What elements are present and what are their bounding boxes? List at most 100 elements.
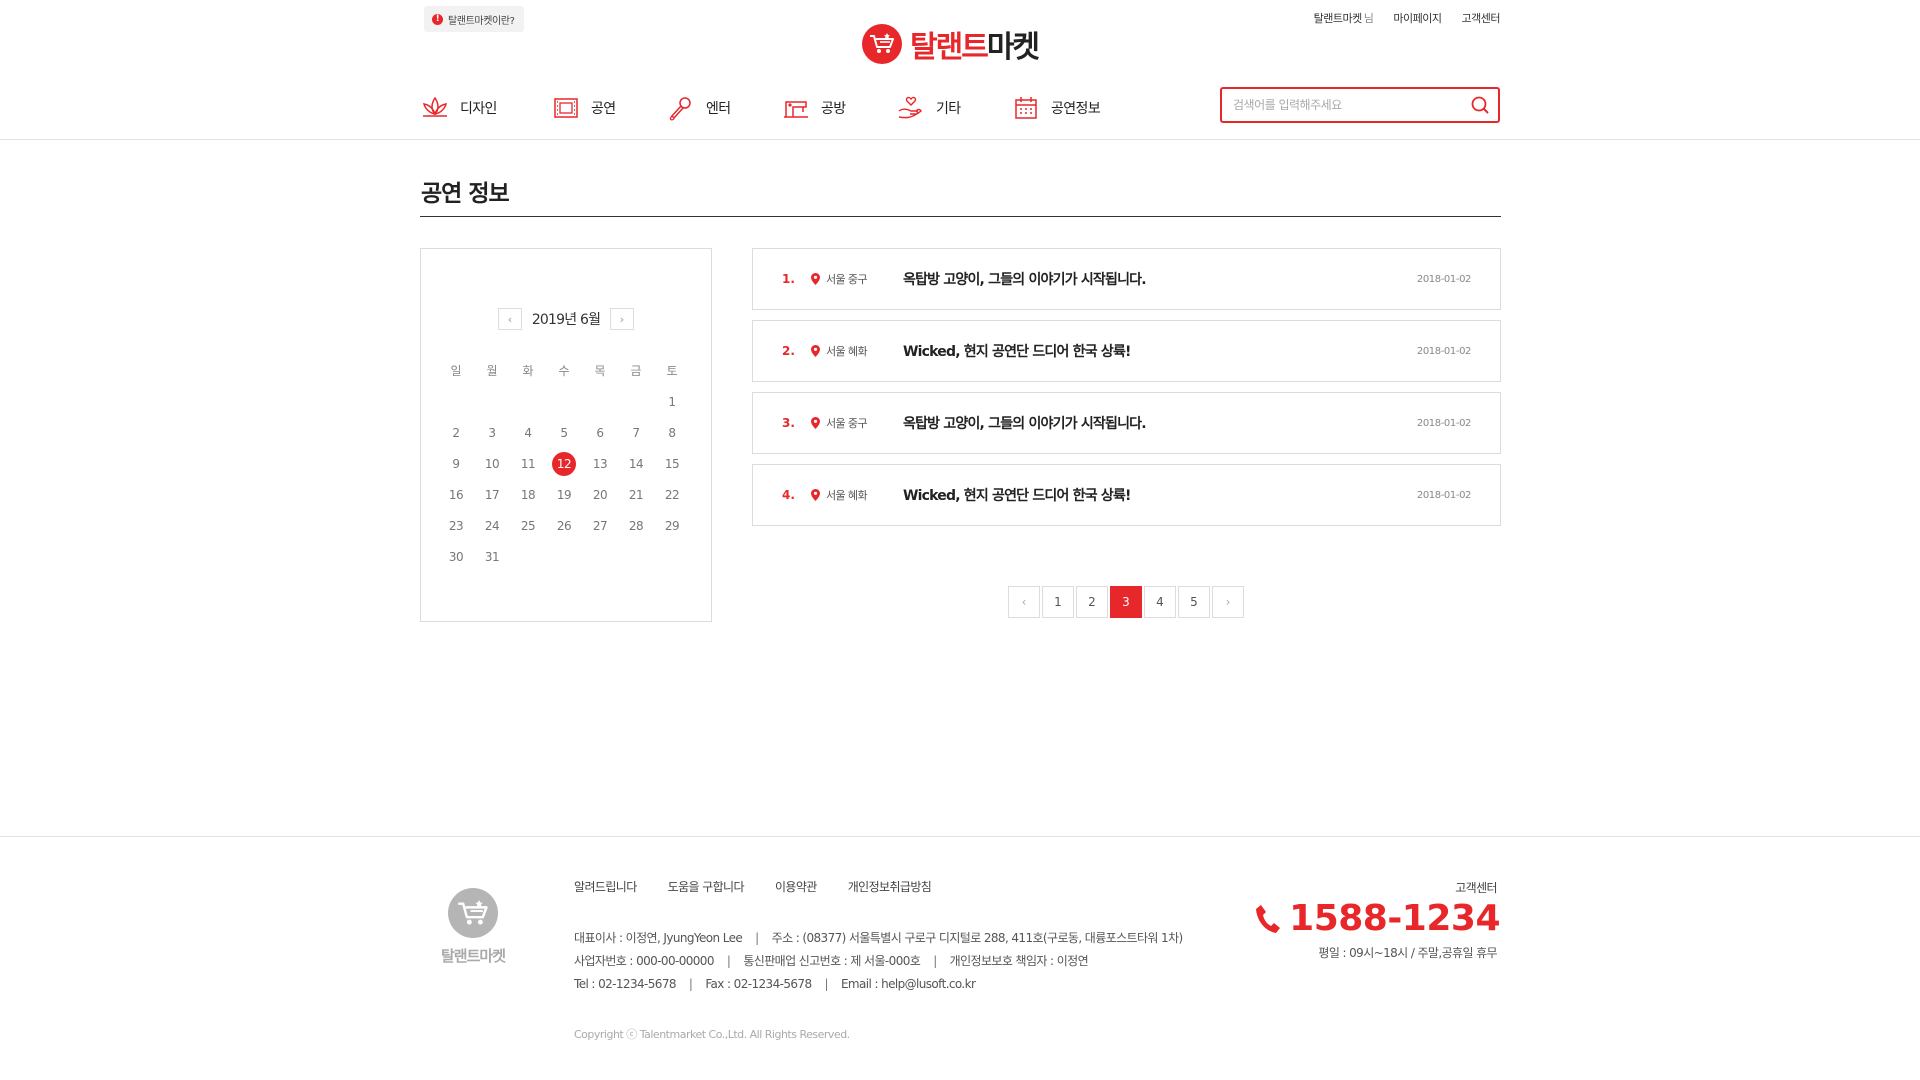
pagination-next-button[interactable]: › bbox=[1212, 586, 1244, 618]
calendar-day[interactable]: 24 bbox=[480, 514, 504, 538]
search-icon[interactable] bbox=[1470, 95, 1490, 115]
hand-heart-icon bbox=[898, 96, 922, 119]
calendar-day[interactable]: 25 bbox=[516, 514, 540, 538]
calendar-day[interactable]: 23 bbox=[444, 514, 468, 538]
nav-label-design: 디자인 bbox=[460, 101, 497, 117]
nav-item-etc[interactable]: 기타 bbox=[896, 94, 1011, 122]
event-row[interactable]: 2. 서울 혜화 Wicked, 현지 공연단 드디어 한국 상륙! 2018-01-… bbox=[752, 320, 1501, 382]
calendar-cell: 21 bbox=[618, 479, 654, 510]
company-info-line-2: 사업자번호 : 000-00-00000 | 통신판매업 신고번호 : 제 서울-0… bbox=[574, 950, 1183, 973]
calendar-day[interactable]: 26 bbox=[552, 514, 576, 538]
calendar-day[interactable]: 13 bbox=[588, 452, 612, 476]
nav-label-performance-info: 공연정보 bbox=[1051, 101, 1101, 117]
map-pin-icon bbox=[811, 345, 820, 357]
pagination-page[interactable]: 4 bbox=[1144, 586, 1176, 618]
calendar-day[interactable]: 7 bbox=[624, 421, 648, 445]
calendar-cell: 4 bbox=[510, 417, 546, 448]
pagination-page[interactable]: 2 bbox=[1076, 586, 1108, 618]
search-input[interactable] bbox=[1233, 98, 1470, 112]
calendar-day[interactable]: 9 bbox=[444, 452, 468, 476]
calendar-next-button[interactable]: › bbox=[609, 308, 634, 330]
calendar-day[interactable]: 27 bbox=[588, 514, 612, 538]
nav-item-workshop[interactable]: 공방 bbox=[781, 94, 896, 122]
nav-label-entertainment: 엔터 bbox=[706, 101, 731, 117]
nav-label-performance: 공연 bbox=[591, 101, 616, 117]
phone-icon bbox=[1256, 904, 1281, 933]
event-row[interactable]: 1. 서울 중구 옥탑방 고양이, 그들의 이야기가 시작됩니다. 2018-01-0… bbox=[752, 248, 1501, 310]
customer-center-link[interactable]: 고객센터 bbox=[1462, 10, 1501, 26]
calendar-day[interactable]: 15 bbox=[660, 452, 684, 476]
calendar-day[interactable]: 17 bbox=[480, 483, 504, 507]
pagination-page-current[interactable]: 3 bbox=[1110, 586, 1142, 618]
calendar-cell: 1 bbox=[654, 386, 690, 417]
event-title[interactable]: 옥탑방 고양이, 그들의 이야기가 시작됩니다. bbox=[903, 413, 1147, 433]
calendar-prev-button[interactable]: ‹ bbox=[498, 308, 522, 330]
nav-item-design[interactable]: 디자인 bbox=[420, 94, 551, 122]
footer-logo-text-2: 마켓 bbox=[479, 947, 506, 965]
calendar-day[interactable]: 8 bbox=[660, 421, 684, 445]
nav-item-performance-info[interactable]: 공연정보 bbox=[1011, 94, 1121, 122]
calendar-day[interactable]: 4 bbox=[516, 421, 540, 445]
calendar-weekday: 토 bbox=[666, 364, 678, 378]
calendar-day[interactable]: 28 bbox=[624, 514, 648, 538]
calendar-day[interactable]: 6 bbox=[588, 421, 612, 445]
email-info: Email : help@lusoft.co.kr bbox=[840, 977, 976, 991]
footer-link-help[interactable]: 도움을 구합니다 bbox=[668, 878, 745, 895]
footer-link-terms[interactable]: 이용약관 bbox=[775, 878, 817, 895]
user-name: 탈랜트마켓 bbox=[1313, 12, 1363, 25]
event-row[interactable]: 4. 서울 혜화 Wicked, 현지 공연단 드디어 한국 상륙! 2018-01-… bbox=[752, 464, 1501, 526]
chevron-right-icon: › bbox=[619, 312, 625, 326]
calendar-day[interactable]: 16 bbox=[444, 483, 468, 507]
map-pin-icon bbox=[811, 273, 820, 285]
category-nav: 디자인 공연 엔터 공방 기타 공연정보 bbox=[420, 94, 1121, 122]
calendar-day[interactable]: 19 bbox=[552, 483, 576, 507]
pagination-page[interactable]: 1 bbox=[1042, 586, 1074, 618]
nav-label-etc: 기타 bbox=[936, 101, 961, 117]
mypage-link[interactable]: 마이페이지 bbox=[1393, 10, 1442, 26]
cs-phone[interactable]: 1588-1234 bbox=[1255, 898, 1500, 939]
event-title[interactable]: Wicked, 현지 공연단 드디어 한국 상륙! bbox=[903, 341, 1131, 361]
logo-text: 탈랜트마켓 bbox=[910, 22, 1040, 66]
about-link[interactable]: ! 탈랜트마켓이란? bbox=[424, 6, 524, 32]
info-icon: ! bbox=[432, 13, 443, 25]
calendar-day[interactable]: 31 bbox=[480, 545, 504, 569]
calendar-day[interactable]: 1 bbox=[660, 390, 684, 414]
event-title[interactable]: Wicked, 현지 공연단 드디어 한국 상륙! bbox=[903, 485, 1131, 505]
event-row[interactable]: 3. 서울 중구 옥탑방 고양이, 그들의 이야기가 시작됩니다. 2018-01-0… bbox=[752, 392, 1501, 454]
ceo-info: 대표이사 : 이정연, JyungYeon Lee bbox=[574, 931, 743, 945]
nav-item-performance[interactable]: 공연 bbox=[551, 94, 666, 122]
nav-item-entertainment[interactable]: 엔터 bbox=[666, 94, 781, 122]
event-number: 2. bbox=[782, 344, 795, 358]
site-logo[interactable]: 탈랜트마켓 bbox=[862, 22, 1040, 66]
calendar-day[interactable]: 2 bbox=[444, 421, 468, 445]
chevron-left-icon: ‹ bbox=[507, 312, 513, 326]
calendar-day-selected[interactable]: 12 bbox=[552, 451, 576, 476]
calendar-cell: 19 bbox=[546, 479, 582, 510]
utility-menu: 탈랜트마켓 님 마이페이지 고객센터 bbox=[1314, 10, 1501, 26]
calendar-day[interactable]: 21 bbox=[624, 483, 648, 507]
user-greeting[interactable]: 탈랜트마켓 님 bbox=[1314, 10, 1374, 26]
calendar-day[interactable]: 29 bbox=[660, 514, 684, 538]
logo-text-dark: 마켓 bbox=[986, 30, 1040, 65]
calendar-day[interactable]: 14 bbox=[624, 452, 648, 476]
pagination-prev-button[interactable]: ‹ bbox=[1008, 586, 1040, 618]
calendar-day[interactable]: 20 bbox=[588, 483, 612, 507]
pagination-page[interactable]: 5 bbox=[1178, 586, 1210, 618]
calendar-day[interactable]: 3 bbox=[480, 421, 504, 445]
separator: | bbox=[824, 977, 828, 991]
calendar-empty-cell bbox=[582, 386, 618, 417]
calendar-day[interactable]: 18 bbox=[516, 483, 540, 507]
footer-link-notice[interactable]: 알려드립니다 bbox=[574, 878, 637, 895]
calendar-day[interactable]: 5 bbox=[552, 421, 576, 445]
calendar-day[interactable]: 22 bbox=[660, 483, 684, 507]
copyright: Copyright ⓒ Talentmarket Co.,Ltd. All Ri… bbox=[574, 1028, 850, 1041]
calendar-day[interactable]: 11 bbox=[516, 452, 540, 476]
footer-link-privacy[interactable]: 개인정보취급방침 bbox=[848, 878, 932, 895]
calendar-cell: 26 bbox=[546, 510, 582, 541]
address-info: 주소 : (08377) 서울특별시 구로구 디지털로 288, 411호(구로… bbox=[771, 931, 1184, 945]
calendar-cell: 10 bbox=[474, 448, 510, 479]
calendar-day[interactable]: 10 bbox=[480, 452, 504, 476]
footer-divider bbox=[0, 836, 1920, 837]
event-title[interactable]: 옥탑방 고양이, 그들의 이야기가 시작됩니다. bbox=[903, 269, 1147, 289]
calendar-day[interactable]: 30 bbox=[444, 545, 468, 569]
